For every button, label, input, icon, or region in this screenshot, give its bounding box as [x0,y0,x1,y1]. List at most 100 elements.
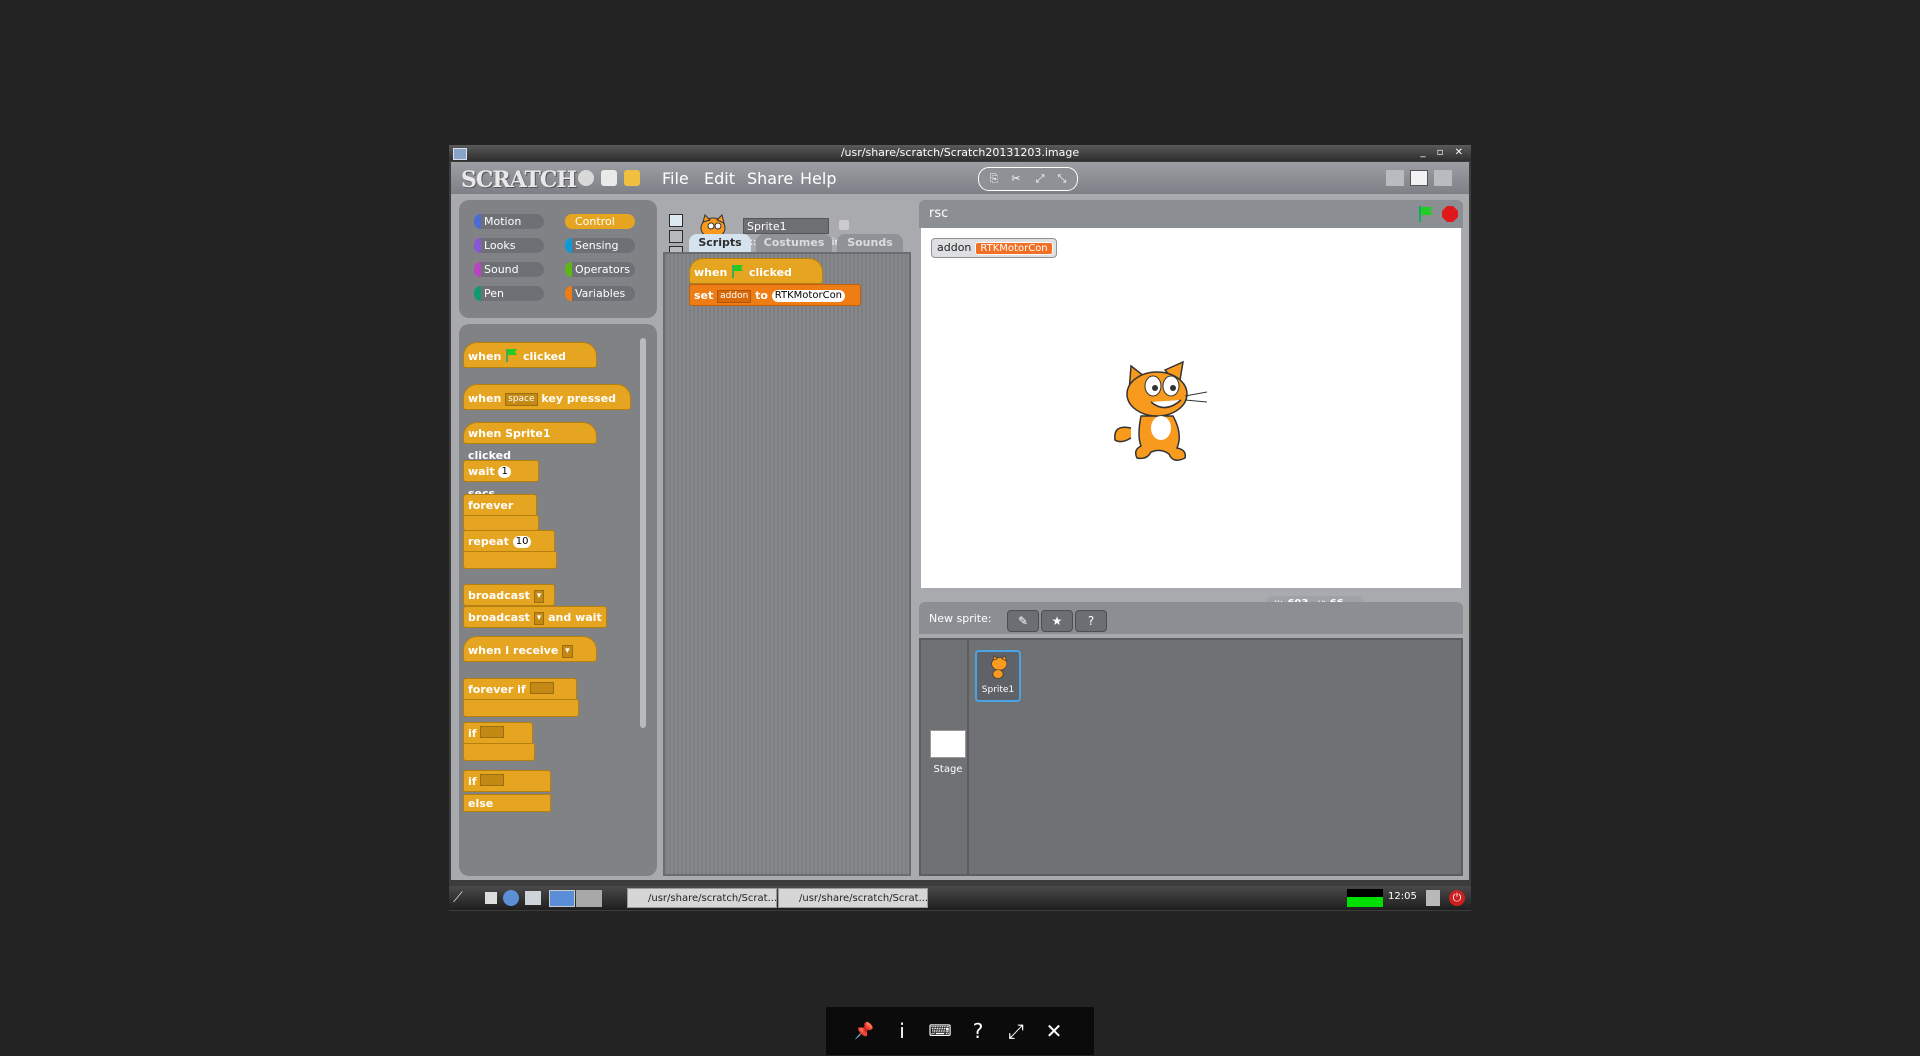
script-set-variable[interactable]: set addon to RTKMotorCon [689,284,861,306]
info-icon[interactable]: i [890,1019,914,1043]
clock: 12:05 [1388,891,1417,902]
category-motion[interactable]: Motion [474,214,544,229]
rotate-style-flip-icon[interactable] [669,230,683,243]
category-operators[interactable]: Operators [565,262,635,277]
block-broadcast-and-wait[interactable]: broadcast ▾ and wait [463,606,607,628]
block-when-sprite-clicked[interactable]: when Sprite1 clicked [463,422,597,462]
workspace-1[interactable] [549,890,575,907]
paint-new-sprite-icon[interactable]: ✎ [1007,610,1039,632]
forever-mouth [463,516,539,531]
stage-preview [930,730,966,758]
sprite1-label: Sprite1 [981,685,1015,695]
block-forever-if[interactable]: forever if [463,678,577,700]
window-switcher-icon[interactable] [525,891,541,905]
presentation-mode-icon[interactable] [1434,170,1452,186]
block-palette: when clicked when space key pressed when… [459,324,657,876]
sprite-thumbnail-sprite1[interactable]: Sprite1 [975,650,1021,702]
variable-dropdown[interactable]: addon [717,290,752,303]
if-mouth [463,744,535,761]
normal-stage-icon[interactable] [1410,170,1428,186]
category-selector: Motion Control Looks Sensing Sound Opera… [459,200,657,318]
category-control[interactable]: Control [565,214,635,229]
tab-costumes[interactable]: Costumes [756,234,832,252]
green-flag-icon [732,265,744,278]
forever-if-mouth [463,700,579,717]
sprite-name-field[interactable]: Sprite1 [743,218,829,234]
cursor-tools: ⎘ ✂ ⤢ ⤡ [978,167,1078,191]
set-value-input[interactable]: RTKMotorCon [771,290,846,302]
block-broadcast[interactable]: broadcast ▾ [463,584,555,606]
block-repeat[interactable]: repeat 10 [463,530,555,552]
taskbar-item-2[interactable]: /usr/share/scratch/Scrat... [778,888,928,908]
keyboard-icon[interactable]: ⌨ [928,1019,952,1043]
tab-scripts[interactable]: Scripts [689,234,751,252]
help-icon[interactable]: ? [966,1019,990,1043]
language-globe-icon[interactable] [578,170,594,186]
rotate-style-full-icon[interactable] [669,214,683,227]
stage-thumbnail[interactable]: Stage [925,730,971,778]
workspace-2[interactable] [576,890,602,907]
green-flag-icon[interactable] [1417,205,1435,223]
key-dropdown[interactable]: space [505,393,538,406]
menu-file[interactable]: File [662,169,689,188]
eject-icon[interactable] [1426,890,1440,906]
taskbar: ⟋ /usr/share/scratch/Scrat... /usr/share… [449,886,1471,910]
variable-watcher[interactable]: addon RTKMotorCon [931,238,1057,258]
window-title: /usr/share/scratch/Scratch20131203.image [840,146,1080,159]
viewer-toolbar: 📌 i ⌨ ? ⤢ ✕ [826,1007,1094,1055]
category-sound[interactable]: Sound [474,262,544,277]
shrink-tool-icon[interactable]: ⤡ [1053,170,1071,188]
new-sprite-bar: New sprite: ✎ ★ ? [919,602,1463,634]
cat-sprite[interactable] [1111,356,1211,464]
small-stage-icon[interactable] [1386,170,1404,186]
tab-sounds[interactable]: Sounds [837,234,903,252]
block-else-label: else [463,794,551,812]
window-controls[interactable]: _ ▫ ✕ [1420,145,1467,161]
green-flag-icon [506,349,518,362]
lock-icon[interactable] [839,220,849,230]
category-sensing[interactable]: Sensing [565,238,635,253]
menu-edit[interactable]: Edit [704,169,735,188]
category-looks[interactable]: Looks [474,238,544,253]
block-when-flag-clicked[interactable]: when clicked [463,342,597,368]
grow-tool-icon[interactable]: ⤢ [1031,170,1049,188]
block-when-key-pressed[interactable]: when space key pressed [463,384,631,410]
save-icon[interactable] [601,170,617,186]
block-if-else[interactable]: if [463,770,551,792]
category-pen[interactable]: Pen [474,286,544,301]
close-icon[interactable]: ✕ [1042,1019,1066,1043]
stage[interactable]: addon RTKMotorCon [921,228,1461,588]
taskbar-item-1[interactable]: /usr/share/scratch/Scrat... [627,888,777,908]
cat-thumbnail-icon [991,655,1008,679]
palette-scrollbar[interactable] [640,338,646,728]
menu-share[interactable]: Share [747,169,793,188]
block-if[interactable]: if [463,722,533,744]
block-forever[interactable]: forever [463,494,537,516]
scripts-area[interactable]: when clicked set addon to RTKMotorCon [663,252,911,876]
web-browser-icon[interactable] [503,890,519,906]
show-desktop-icon[interactable] [485,892,497,904]
title-bar: /usr/share/scratch/Scratch20131203.image… [449,145,1471,161]
delete-tool-icon[interactable]: ✂ [1007,170,1025,188]
new-sprite-label: New sprite: [929,612,992,625]
block-when-i-receive[interactable]: when I receive ▾ [463,636,597,662]
stop-sign-icon[interactable] [1441,205,1459,223]
power-icon[interactable]: ⏻ [1449,890,1465,906]
choose-sprite-from-file-icon[interactable]: ★ [1041,610,1073,632]
stage-header: rsc [919,200,1463,228]
scratch-app: SCRATCH File Edit Share Help ⎘ ✂ ⤢ ⤡ Mot… [451,162,1469,880]
category-variables[interactable]: Variables [565,286,635,301]
block-wait-secs[interactable]: wait 1 secs [463,460,539,500]
menu-help[interactable]: Help [800,169,836,188]
project-name[interactable]: rsc [929,206,948,221]
fullscreen-icon[interactable]: ⤢ [1004,1019,1028,1043]
share-project-icon[interactable] [624,170,640,186]
duplicate-tool-icon[interactable]: ⎘ [985,170,1003,188]
pin-icon[interactable]: 📌 [852,1019,876,1043]
start-menu-icon[interactable]: ⟋ [453,889,477,907]
scratch-logo: SCRATCH [461,167,577,193]
stage-label: Stage [933,764,963,775]
scratch-window: /usr/share/scratch/Scratch20131203.image… [449,145,1471,911]
script-when-flag-clicked[interactable]: when clicked [689,258,823,284]
random-sprite-icon[interactable]: ? [1075,610,1107,632]
